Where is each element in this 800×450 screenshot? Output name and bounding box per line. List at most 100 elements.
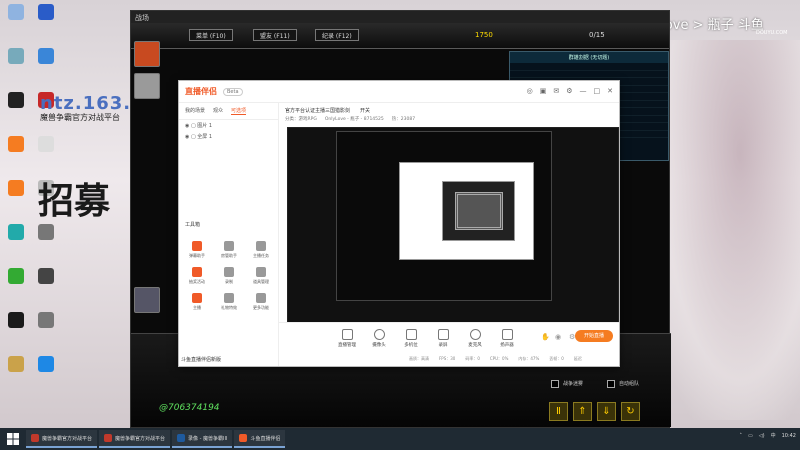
taskbar-item-label: 录像 - 魔兽争霸III [188,435,228,442]
autogroup-checkbox[interactable] [607,380,615,388]
bottom-toolbar: 直播管理 摄像头 多机位 录屏 麦克风 扬声器 ✋ ◉ ⚙ 开始直播 画质：高清… [279,322,619,366]
table-row [510,71,668,78]
maximize-icon[interactable]: □ [594,87,601,95]
hand-icon[interactable]: ✋ [541,333,550,341]
desktop-icon[interactable] [32,136,60,154]
restart-button[interactable]: ↻ [621,402,640,421]
wallpaper-figure [650,40,800,420]
stream-brand-sub: DOUYU.COM [756,30,788,36]
tab-scenes[interactable]: 我的场景 [185,107,205,115]
nested-app-window [399,162,534,260]
taskbar-item[interactable]: 魔兽争霸官方对战平台 [26,430,98,448]
room-title[interactable]: 官方平台认证主播三国猎影剑 [285,107,350,114]
lottery-tool[interactable]: 抽奖活动 [183,267,211,285]
task-tool[interactable]: 主播任务 [247,241,275,259]
tool-label: 主播 [193,305,201,310]
tool-label: 抽奖活动 [189,279,205,284]
close-icon[interactable]: ✕ [607,87,613,95]
tool-label: 更多功能 [253,305,269,310]
caret-up-icon[interactable]: ˄ [740,433,743,439]
speed-down-button[interactable]: ⇓ [597,402,616,421]
settings-icon[interactable]: ⚙ [566,87,572,95]
ime-icon[interactable]: 中 [771,432,776,439]
anchor-tool[interactable]: 主播 [183,293,211,311]
desktop-icon[interactable] [2,312,30,330]
stream-main: 官方平台认证主播三国猎影剑 开关 分类：游戏RPG OnlyLove - 瓶子 … [279,103,619,366]
gold-counter: 1750 [475,31,493,39]
live-manage-button[interactable]: 直播管理 [335,329,359,348]
menu-button[interactable]: 菜单 (F10) [189,29,233,41]
start-live-button[interactable]: 开始直播 [575,330,613,342]
danmaku-tool[interactable]: 弹幕助手 [183,241,211,259]
desktop-icon[interactable] [2,4,30,22]
clock[interactable]: 10:42 [782,433,796,439]
speaker-button[interactable]: 扬声器 [495,329,519,348]
scene-label: 图片 1 [197,123,213,129]
taskbar-item[interactable]: 斗鱼直播伴侣 [234,430,286,448]
stat-item: 延迟 [573,356,582,361]
app-titlebar: 直播伴侣 Beta ◎ ▣ ✉ ⚙ — □ ✕ [179,81,619,103]
tab-viewers[interactable]: 观众 [213,107,223,115]
hero-portrait[interactable] [134,41,160,67]
multi-camera-button[interactable]: 多机位 [399,329,423,348]
headset-icon[interactable]: ◎ [527,87,533,95]
desktop-icon[interactable] [2,48,30,66]
record-tool[interactable]: 录制 [215,267,243,285]
taskbar-item-label: 斗鱼直播伴侣 [250,435,281,442]
taskbar-item[interactable]: 录像 - 魔兽争霸III [172,430,233,448]
ally-button[interactable]: 盟友 (F11) [253,29,297,41]
desktop-icon[interactable] [2,136,30,154]
scene-item[interactable]: ◉ ▢ 图片 1 [179,120,278,131]
desktop-icon[interactable] [2,268,30,286]
network-icon[interactable]: ▭ [748,433,753,439]
speed-up-button[interactable]: ⇑ [573,402,592,421]
streaming-app-window[interactable]: 直播伴侣 Beta ◎ ▣ ✉ ⚙ — □ ✕ 我的场景 观众 可选项 ◉ ▢ … [178,80,620,367]
hero-portrait[interactable] [134,287,160,313]
pause-button[interactable]: Ⅱ [549,402,568,421]
camera-button[interactable]: 摄像头 [367,329,391,348]
taskbar-item[interactable]: 魔兽争霸官方对战平台 [99,430,171,448]
item-tool[interactable]: 道具管理 [247,267,275,285]
button-label: 摄像头 [372,343,386,348]
scene-sidebar: 我的场景 观众 可选项 ◉ ▢ 图片 1 ◉ ▢ 全屏 1 工具箱 弹幕助手 房… [179,103,279,366]
app-logo: 直播伴侣 [185,87,217,96]
gift-effect-tool[interactable]: 礼物特效 [215,293,243,311]
version-notice[interactable]: 斗鱼直播伴侣新版 [181,356,221,363]
stat-item: 画质：高清 [409,356,429,361]
desktop-icon[interactable] [32,356,60,374]
fog-label: 战争迷雾 [563,381,584,387]
more-tool[interactable]: 更多功能 [247,293,275,311]
desktop-icon[interactable] [2,356,30,374]
desktop-icon[interactable] [32,312,60,330]
stream-preview[interactable] [287,127,619,323]
desktop-icon[interactable] [2,92,30,110]
platform-watermark-sub: 魔兽争霸官方对战平台 [40,113,120,122]
desktop-icon[interactable] [32,4,60,22]
hero-portrait[interactable] [134,73,160,99]
fog-checkbox[interactable] [551,380,559,388]
mic-button[interactable]: 麦克风 [463,329,487,348]
desktop-icon[interactable] [32,268,60,286]
taskbar-item-label: 魔兽争霸官方对战平台 [115,435,166,442]
log-button[interactable]: 纪录 (F12) [315,29,359,41]
windows-start-icon[interactable] [6,432,20,446]
tool-label: 道具管理 [253,279,269,284]
minimize-icon[interactable]: — [580,87,587,95]
message-icon[interactable]: ✉ [553,87,559,95]
eye-icon[interactable]: ◉ [555,333,561,341]
scene-item[interactable]: ◉ ▢ 全屏 1 [179,131,278,142]
screen-record-button[interactable]: 录屏 [431,329,455,348]
desktop-icon[interactable] [32,224,60,242]
desktop-icon[interactable] [2,180,30,198]
tab-options[interactable]: 可选项 [231,107,247,115]
autogroup-label: 自动组队 [619,381,640,387]
recursive-frame [455,192,503,230]
volume-icon[interactable]: ◁) [759,433,765,439]
desktop-icon[interactable] [32,48,60,66]
desktop-icon[interactable] [2,224,30,242]
room-tag[interactable]: 开关 [360,107,370,114]
gift-icon[interactable]: ▣ [540,87,547,95]
admin-tool[interactable]: 房管助手 [215,241,243,259]
scoreboard-title: 群雄割据 (无切题) [510,52,668,63]
table-row [510,63,668,71]
